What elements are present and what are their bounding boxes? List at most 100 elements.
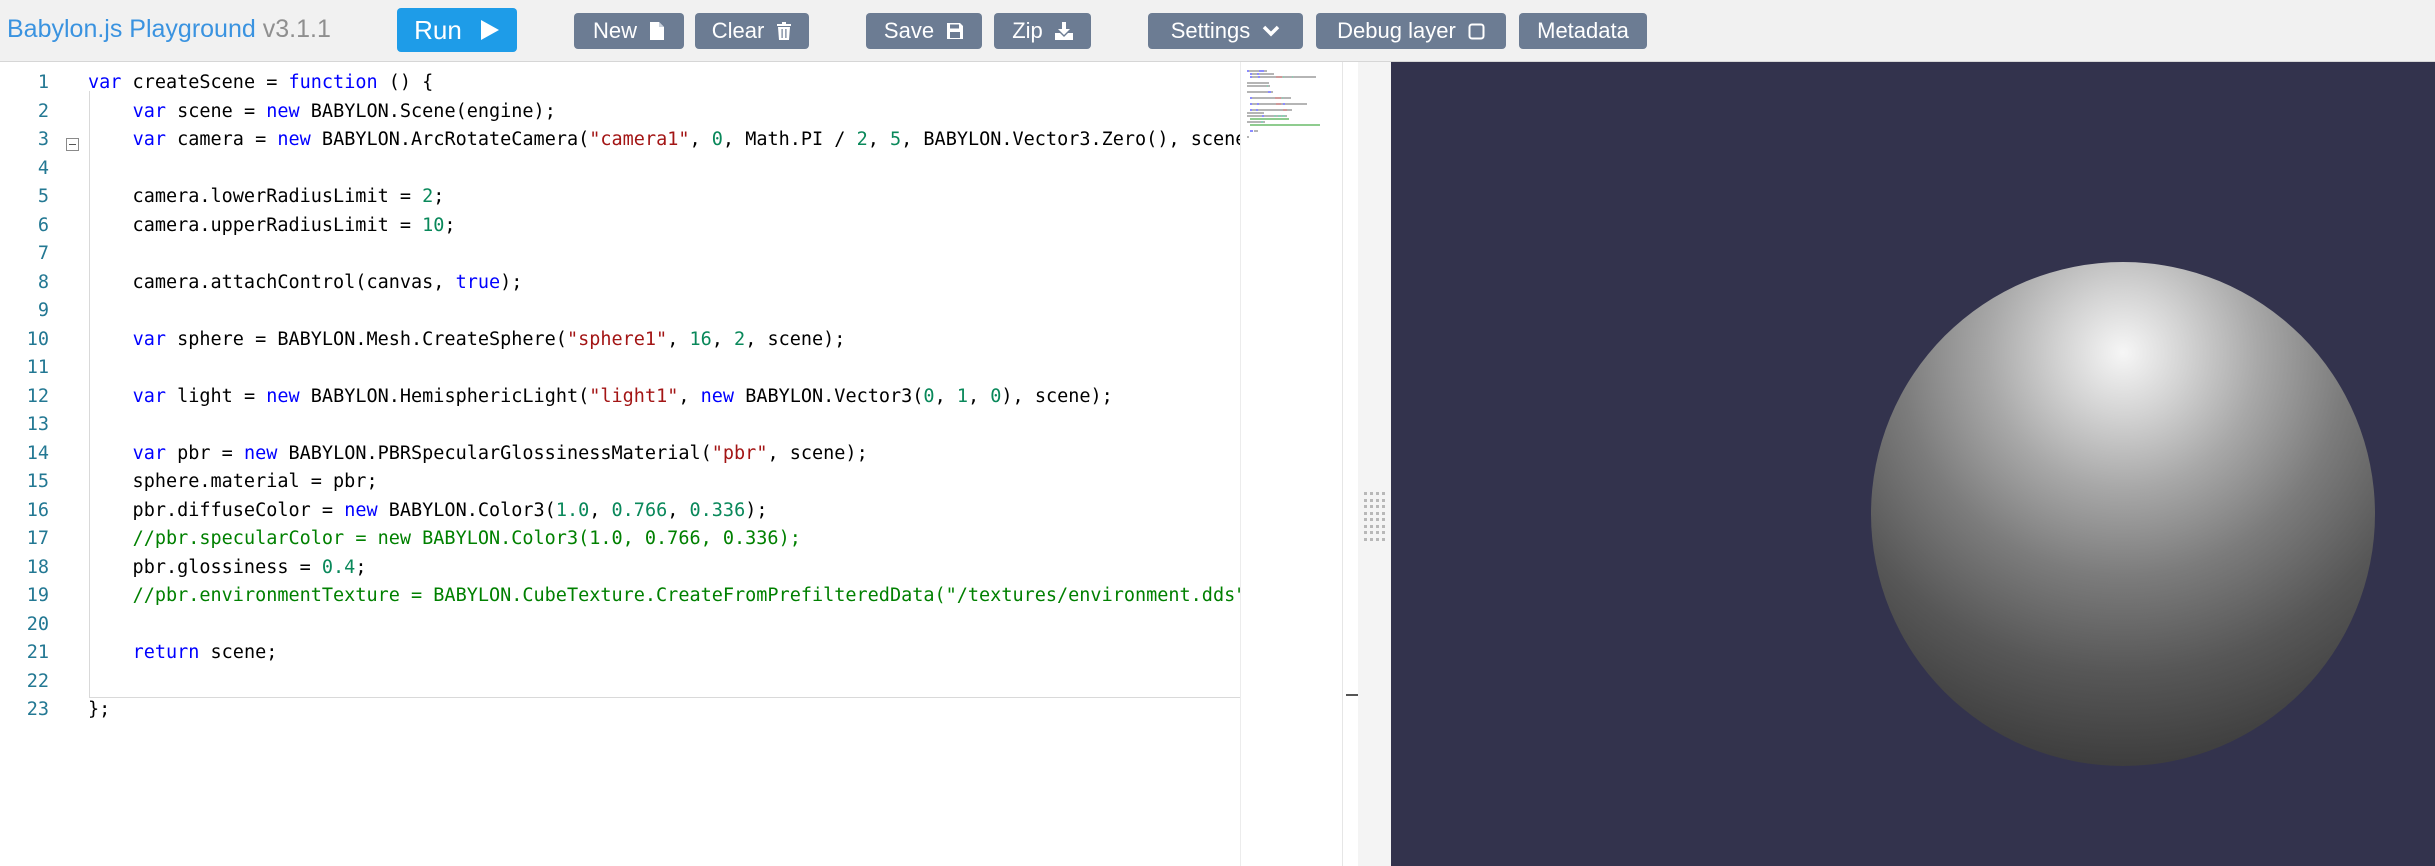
minimap-line xyxy=(1259,103,1277,105)
drag-handle-icon[interactable] xyxy=(1364,492,1386,544)
line-number: 17 xyxy=(26,528,49,549)
clear-button[interactable]: Clear xyxy=(695,13,809,49)
code-text: pbr.diffuseColor = new BABYLON.Color3(1.… xyxy=(88,499,768,521)
line-number: 15 xyxy=(26,471,49,492)
line-number: 4 xyxy=(37,157,49,179)
code-line[interactable]: 2 var scene = new BABYLON.Scene(engine); xyxy=(0,98,1240,126)
play-icon xyxy=(480,19,500,41)
indent-guide xyxy=(89,91,90,698)
debug-layer-label: Debug layer xyxy=(1337,18,1456,43)
code-end-rule xyxy=(89,697,1240,698)
code-text: var sphere = BABYLON.Mesh.CreateSphere("… xyxy=(132,328,846,350)
app-version: v3.1.1 xyxy=(262,15,331,43)
minimap-line xyxy=(1251,97,1275,99)
app-title: Babylon.js Playground v3.1.1 xyxy=(7,15,331,44)
line-number: 10 xyxy=(26,328,49,350)
zip-label: Zip xyxy=(1012,18,1043,43)
save-label: Save xyxy=(883,18,935,43)
floppy-disk-icon xyxy=(946,22,964,40)
minimap-line xyxy=(1247,85,1267,87)
toolbar: Babylon.js Playground v3.1.1 Run New Clea… xyxy=(0,0,2435,62)
code-line[interactable]: 8 camera.attachControl(canvas, true); xyxy=(0,269,1240,297)
code-line[interactable]: 19 //pbr.environmentTexture = BABYLON.Cu… xyxy=(0,582,1240,610)
save-button[interactable]: Save xyxy=(866,13,982,49)
minimap-line xyxy=(1284,103,1296,105)
metadata-button[interactable]: Metadata xyxy=(1519,13,1647,49)
code-text: var camera = new BABYLON.ArcRotateCamera… xyxy=(132,129,1240,150)
line-number: 16 xyxy=(26,499,49,521)
code-line[interactable]: 12 var light = new BABYLON.HemisphericLi… xyxy=(0,383,1240,411)
minimap-line xyxy=(1263,70,1268,72)
minimap-line xyxy=(1247,112,1264,114)
run-label: Run xyxy=(414,14,462,45)
minimap-line xyxy=(1253,130,1259,132)
code-line[interactable]: 20 xyxy=(0,611,1240,639)
line-number: 19 xyxy=(26,585,49,606)
line-number: 3 xyxy=(37,129,49,150)
code-line[interactable]: 14 var pbr = new BABYLON.PBRSpecularGlos… xyxy=(0,440,1240,468)
code-text: camera.upperRadiusLimit = 10; xyxy=(88,214,456,236)
code-line[interactable]: 5 camera.lowerRadiusLimit = 2; xyxy=(0,183,1240,211)
line-number: 2 xyxy=(37,100,49,122)
code-line[interactable]: 23}; xyxy=(0,696,1240,724)
minimap-line xyxy=(1247,136,1249,138)
settings-button[interactable]: Settings xyxy=(1148,13,1303,49)
line-number: 12 xyxy=(26,385,49,407)
new-button[interactable]: New xyxy=(574,13,684,49)
code-line[interactable]: 13 xyxy=(0,411,1240,439)
file-icon xyxy=(649,21,665,41)
code-line[interactable]: 6 camera.upperRadiusLimit = 10; xyxy=(0,212,1240,240)
code-line[interactable]: 1 var createScene = function () { xyxy=(0,69,1240,97)
line-number: 9 xyxy=(37,300,49,321)
code-text: var createScene = function () { xyxy=(88,72,434,93)
minimap-line xyxy=(1263,115,1275,117)
line-number: 5 xyxy=(37,186,49,207)
run-button[interactable]: Run xyxy=(397,8,517,52)
code-text: //pbr.specularColor = new BABYLON.Color3… xyxy=(132,528,801,549)
code-line[interactable]: 17 //pbr.specularColor = new BABYLON.Col… xyxy=(0,525,1240,553)
app-name: Babylon.js Playground xyxy=(7,15,256,43)
minimap-line xyxy=(1262,121,1265,123)
minimap-line xyxy=(1286,109,1293,111)
code-line[interactable]: 18 pbr.glossiness = 0.4; xyxy=(0,554,1240,582)
pane-splitter[interactable] xyxy=(1358,62,1391,866)
line-number: 1 xyxy=(37,72,49,93)
code-line[interactable]: 10 var sphere = BABYLON.Mesh.CreateSpher… xyxy=(0,326,1240,354)
minimap-line xyxy=(1249,124,1321,126)
editor-scrollbar[interactable] xyxy=(1342,62,1364,866)
code-line[interactable]: 9 xyxy=(0,297,1240,325)
line-number: 18 xyxy=(26,556,49,578)
download-icon xyxy=(1054,22,1073,40)
code-text: //pbr.environmentTexture = BABYLON.CubeT… xyxy=(132,585,1240,606)
code-text: var light = new BABYLON.HemisphericLight… xyxy=(132,385,1113,407)
code-text: camera.attachControl(canvas, true); xyxy=(88,271,523,293)
code-line[interactable]: 21 return scene; xyxy=(0,639,1240,667)
zip-button[interactable]: Zip xyxy=(994,13,1091,49)
minimap-line xyxy=(1267,85,1270,87)
code-line[interactable]: 22 xyxy=(0,668,1240,696)
code-line[interactable]: 7 xyxy=(0,240,1240,268)
code-line[interactable]: 15 sphere.material = pbr; xyxy=(0,468,1240,496)
code-line[interactable]: 3 var camera = new BABYLON.ArcRotateCame… xyxy=(0,126,1240,154)
minimap-line xyxy=(1260,76,1277,78)
code-line[interactable]: 11 xyxy=(0,354,1240,382)
line-number: 23 xyxy=(26,699,49,720)
code-text: camera.lowerRadiusLimit = 2; xyxy=(88,186,445,207)
code-editor[interactable]: 1 var createScene = function () { 2 var sc… xyxy=(0,62,1342,866)
line-number: 13 xyxy=(26,414,49,435)
code-text: pbr.glossiness = 0.4; xyxy=(88,556,367,578)
code-text: sphere.material = pbr; xyxy=(88,471,378,492)
code-line[interactable]: 16 pbr.diffuseColor = new BABYLON.Color3… xyxy=(0,497,1240,525)
debug-layer-button[interactable]: Debug layer xyxy=(1316,13,1506,49)
code-text: var scene = new BABYLON.Scene(engine); xyxy=(132,100,556,122)
minimap-line xyxy=(1285,115,1288,117)
line-number: 6 xyxy=(37,214,49,236)
clear-label: Clear xyxy=(711,18,765,43)
line-number: 14 xyxy=(26,442,49,464)
minimap-line xyxy=(1259,73,1275,75)
minimap-line xyxy=(1284,76,1292,78)
code-line[interactable]: 4 xyxy=(0,155,1240,183)
chevron-down-icon xyxy=(1262,25,1280,37)
render-canvas[interactable] xyxy=(1391,62,2435,866)
editor-minimap[interactable] xyxy=(1240,62,1342,866)
